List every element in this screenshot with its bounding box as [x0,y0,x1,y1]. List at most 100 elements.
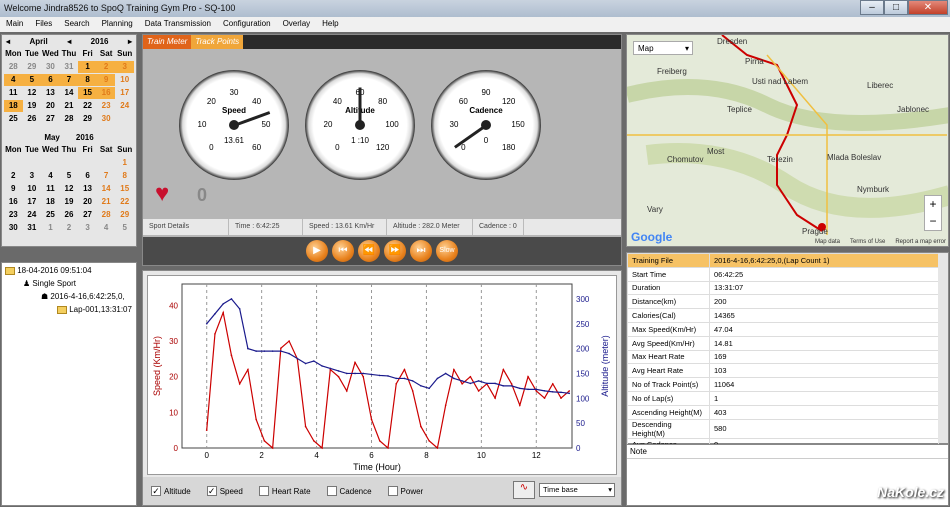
calendar-day[interactable]: 17 [23,196,42,208]
menu-configuration[interactable]: Configuration [223,19,271,30]
calendar-day[interactable]: 7 [97,170,116,182]
menu-files[interactable]: Files [35,19,52,30]
table-row[interactable]: Max Speed(Km/Hr) 47.04 [627,321,939,337]
calendar-day[interactable]: 24 [23,209,42,221]
calendar-day[interactable]: 31 [23,222,42,234]
toggle-speed[interactable]: ✓ Speed [206,486,243,496]
toggle-power[interactable]: Power [387,486,423,496]
calendar-day[interactable]: 2 [96,61,116,73]
calendar-day[interactable]: 7 [59,74,79,86]
calendar-day[interactable]: 19 [23,100,42,112]
tree-session-node[interactable]: ☗ 2016-4-16,6:42:25,0, [5,292,133,305]
calendar-day[interactable]: 2 [4,170,23,182]
menu-help[interactable]: Help [322,19,338,30]
calendar-day[interactable]: 5 [60,170,79,182]
tab-track-points[interactable]: Track Points [191,35,244,49]
calendar-day[interactable]: 20 [41,100,60,112]
table-row[interactable]: Start Time 06:42:25 [627,266,939,282]
table-row[interactable]: Duration 13:31:07 [627,280,939,296]
calendar-day[interactable]: 28 [97,209,116,221]
map-data-link[interactable]: Map data [815,239,840,245]
calendar-day[interactable]: 8 [115,170,134,182]
minimize-button[interactable]: – [860,0,884,15]
toggle-cadence[interactable]: Cadence [326,486,372,496]
calendar-day[interactable]: 15 [115,183,134,195]
calendar-day[interactable]: 21 [60,100,79,112]
calendar-day[interactable]: 22 [115,196,134,208]
prev-month-button[interactable]: ◂ [6,37,10,46]
calendar-day[interactable]: 16 [96,87,116,99]
calendar-day[interactable]: 25 [4,113,23,125]
next-month-button[interactable]: ▸ [128,37,132,46]
calendar-day[interactable]: 15 [78,87,97,99]
calendar-day[interactable]: 2 [60,222,79,234]
calendar-day[interactable]: 6 [78,170,97,182]
timebase-select[interactable]: Time base ▾ [539,483,615,497]
calendar-day[interactable]: 23 [4,209,23,221]
calendar-day[interactable]: 30 [97,113,116,125]
calendar-day[interactable]: 28 [4,61,23,73]
checkbox[interactable] [326,486,337,496]
menu-search[interactable]: Search [64,19,89,30]
info-scrollbar[interactable] [938,253,948,443]
calendar-day[interactable]: 28 [60,113,79,125]
calendar-day[interactable]: 12 [23,87,42,99]
calendar-day[interactable]: 26 [60,209,79,221]
table-row[interactable]: Descending Height(M) 580 [627,418,939,439]
table-row[interactable]: No of Lap(s) 1 [627,390,939,406]
calendar-day[interactable]: 16 [4,196,23,208]
calendar-day[interactable]: 18 [4,100,23,112]
calendar-day[interactable]: 13 [78,183,97,195]
calendar-day[interactable]: 29 [115,209,134,221]
calendar-day[interactable]: 9 [96,74,116,86]
calendar-day[interactable]: 29 [23,61,42,73]
calendar-day[interactable]: 26 [23,113,42,125]
calendar-day[interactable]: 3 [23,170,42,182]
calendar-day[interactable]: 3 [115,61,134,73]
calendar-day[interactable]: 1 [78,61,97,73]
close-button[interactable]: ✕ [908,0,948,15]
table-row[interactable]: No of Track Point(s) 11064 [627,377,939,392]
table-row[interactable]: Distance(km) 200 [627,294,939,310]
calendar-day[interactable]: 11 [4,87,23,99]
chart-type-icon[interactable]: ∿ [513,481,535,499]
calendar-day[interactable]: 24 [115,100,134,112]
slow-button[interactable]: Slow [436,240,458,262]
calendar-day[interactable]: 12 [60,183,79,195]
calendar-day[interactable]: 11 [41,183,60,195]
calendar-day[interactable]: 23 [97,100,116,112]
zoom-in-button[interactable]: + [925,196,941,213]
zoom-out-button[interactable]: − [925,213,941,230]
checkbox[interactable] [258,486,269,496]
calendar-day[interactable]: 10 [23,183,42,195]
calendar-day[interactable]: 14 [97,183,116,195]
calendar-day[interactable]: 1 [115,157,134,169]
calendar-day[interactable]: 29 [78,113,97,125]
toggle-altitude[interactable]: ✓ Altitude [151,486,191,496]
checkbox[interactable]: ✓ [206,486,217,496]
menu-overlay[interactable]: Overlay [283,19,311,30]
tab-train-meter[interactable]: Train Meter [143,35,192,49]
calendar-day[interactable]: 27 [78,209,97,221]
menu-planning[interactable]: Planning [102,19,133,30]
table-row[interactable]: Avg Speed(Km/Hr) 14.81 [627,335,939,351]
calendar-day[interactable]: 8 [78,74,97,86]
calendar-day[interactable]: 18 [41,196,60,208]
calendar-day[interactable]: 6 [41,74,60,86]
calendar-day[interactable]: 10 [115,74,134,86]
calendar-day[interactable]: 27 [41,113,60,125]
calendar-day[interactable]: 4 [4,74,23,86]
step-forward-button[interactable]: ⏭ [410,240,432,262]
table-row[interactable]: Avg Heart Rate 103 [627,363,939,379]
calendar-day[interactable]: 4 [97,222,116,234]
calendar-day[interactable]: 31 [60,61,79,73]
calendar-day[interactable]: 1 [41,222,60,234]
play-button[interactable]: ▶ [306,240,328,262]
calendar-day[interactable]: 4 [41,170,60,182]
calendar-day[interactable]: 22 [78,100,97,112]
calendar-day[interactable]: 25 [41,209,60,221]
table-row[interactable]: Calories(Cal) 14365 [627,308,939,323]
fast-forward-button[interactable]: ⏩ [384,240,406,262]
prev-year-button[interactable]: ◂ [67,37,71,46]
calendar-day[interactable]: 5 [115,222,134,234]
